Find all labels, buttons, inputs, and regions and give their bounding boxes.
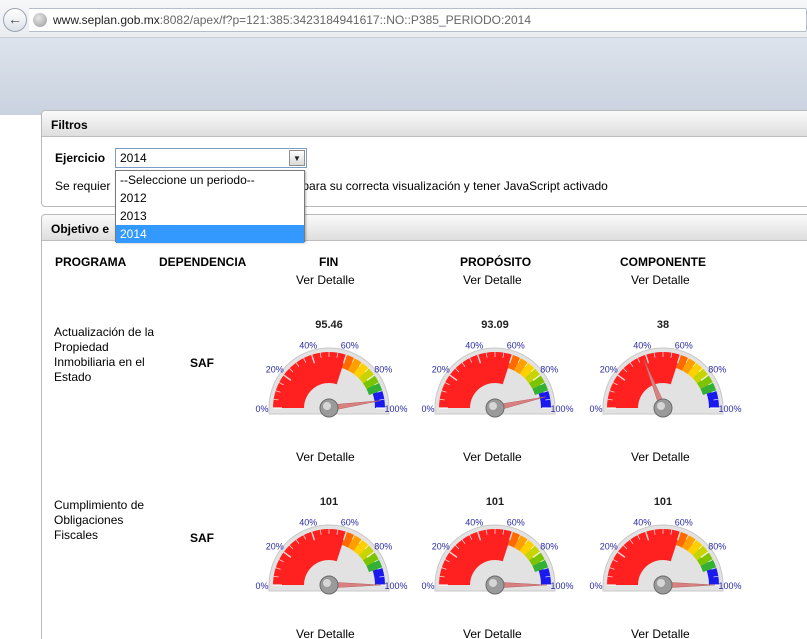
filtros-title: Filtros	[42, 111, 807, 137]
gauge-scale-label: 60%	[507, 517, 525, 527]
gauge-scale-label: 20%	[432, 365, 450, 375]
gauge-scale-label: 0%	[255, 581, 268, 591]
dependencia-name: SAF	[190, 356, 214, 370]
programa-name: Actualización de la Propiedad Inmobiliar…	[54, 325, 155, 384]
gauge-chart[interactable]: 0% 20% 40% 60% 80% 100% 95.46	[245, 297, 413, 427]
programa-name: Cumplimiento de Obligaciones Fiscales	[54, 498, 145, 542]
objetivo-panel: Objetivo e PROGRAMA DEPENDENCIA FIN PROP…	[41, 214, 807, 639]
gauge-value: 38	[657, 319, 669, 331]
gauge-scale-label: 100%	[384, 404, 407, 414]
gauge-scale-label: 60%	[507, 340, 525, 350]
browser-page: ← www.seplan.gob.mx:8082/apex/f?p=121:38…	[0, 0, 807, 639]
gauge-scale-label: 80%	[708, 542, 726, 552]
gauge-scale-label: 60%	[341, 340, 359, 350]
gauge-chart[interactable]: 0% 20% 40% 60% 80% 100% 101	[579, 474, 747, 604]
gauge-scale-label: 20%	[600, 542, 618, 552]
gauge-scale-label: 60%	[675, 517, 693, 527]
gauge-scale-label: 80%	[540, 365, 558, 375]
gauge-scale-label: 40%	[299, 517, 317, 527]
gauge-scale-label: 100%	[550, 404, 573, 414]
gauge-scale-label: 100%	[718, 404, 741, 414]
header-fin: FIN	[319, 255, 339, 269]
gauge-value: 93.09	[481, 319, 509, 331]
header-programa: PROGRAMA	[55, 255, 127, 269]
gauge-scale-label: 100%	[550, 581, 573, 591]
globe-icon	[33, 13, 47, 27]
address-bar: ← www.seplan.gob.mx:8082/apex/f?p=121:38…	[0, 0, 807, 38]
gauge-value: 101	[486, 496, 504, 508]
periodo-option[interactable]: 2014	[116, 225, 304, 243]
header-dependencia: DEPENDENCIA	[159, 255, 247, 269]
gauge-chart[interactable]: 0% 20% 40% 60% 80% 100% 38	[579, 297, 747, 427]
header-componente: COMPONENTE	[620, 255, 707, 269]
gauge-scale-label: 80%	[374, 365, 392, 375]
gauge-value: 101	[654, 496, 672, 508]
note-start: Se requier	[55, 179, 111, 193]
ver-detalle-link[interactable]: Ver Detalle	[631, 627, 690, 639]
periodo-select[interactable]: 2014 ▼	[115, 148, 307, 168]
gauge-scale-label: 60%	[341, 517, 359, 527]
gauge-scale-label: 40%	[299, 340, 317, 350]
periodo-option[interactable]: --Seleccione un periodo--	[116, 171, 304, 189]
periodo-dropdown[interactable]: --Seleccione un periodo-- 2012 2013 2014	[115, 170, 305, 243]
gauge-scale-label: 0%	[589, 404, 602, 414]
gauge-scale-label: 40%	[633, 517, 651, 527]
gauge-chart[interactable]: 0% 20% 40% 60% 80% 100% 101	[245, 474, 413, 604]
chevron-down-icon[interactable]: ▼	[289, 150, 305, 166]
gauge-scale-label: 40%	[465, 517, 483, 527]
gauge-scale-label: 0%	[421, 581, 434, 591]
header-proposito: PROPÓSITO	[460, 255, 532, 269]
gauge-scale-label: 20%	[432, 542, 450, 552]
gauge-scale-label: 0%	[255, 404, 268, 414]
gauge-hub-highlight	[657, 579, 665, 587]
gauge-value: 101	[320, 496, 338, 508]
ejercicio-label: Ejercicio	[55, 151, 106, 165]
back-arrow-icon[interactable]: ←	[3, 8, 27, 32]
gauge-scale-label: 0%	[421, 404, 434, 414]
gauge-scale-label: 80%	[540, 542, 558, 552]
gauge-scale-label: 100%	[384, 581, 407, 591]
gauge-scale-label: 80%	[374, 542, 392, 552]
header-banner	[0, 38, 807, 115]
gauge-hub-highlight	[657, 402, 665, 410]
gauge-scale-label: 100%	[718, 581, 741, 591]
gauge-scale-label: 20%	[266, 365, 284, 375]
gauge-chart[interactable]: 0% 20% 40% 60% 80% 100% 93.09	[411, 297, 579, 427]
gauge-value: 95.46	[315, 319, 343, 331]
gauge-hub-highlight	[323, 402, 331, 410]
ver-detalle-link[interactable]: Ver Detalle	[463, 627, 522, 639]
gauge-hub-highlight	[489, 579, 497, 587]
periodo-selected-value: 2014	[120, 151, 147, 165]
url-path: :8082/apex/f?p=121:385:3423184941617::NO…	[159, 13, 532, 27]
gauge-chart[interactable]: 0% 20% 40% 60% 80% 100% 101	[411, 474, 579, 604]
url-text[interactable]: www.seplan.gob.mx:8082/apex/f?p=121:385:…	[53, 13, 531, 27]
periodo-option[interactable]: 2012	[116, 189, 304, 207]
gauge-hub-highlight	[323, 579, 331, 587]
gauge-scale-label: 0%	[589, 581, 602, 591]
dependencia-name: SAF	[190, 531, 214, 545]
gauge-scale-label: 40%	[465, 340, 483, 350]
periodo-option[interactable]: 2013	[116, 207, 304, 225]
gauge-scale-label: 40%	[633, 340, 651, 350]
gauge-scale-label: 60%	[675, 340, 693, 350]
gauge-hub-highlight	[489, 402, 497, 410]
gauge-scale-label: 20%	[266, 542, 284, 552]
url-domain: www.seplan.gob.mx	[53, 13, 160, 27]
note-end: para su correcta visualización y tener J…	[299, 179, 608, 193]
gauge-scale-label: 80%	[708, 365, 726, 375]
ver-detalle-link[interactable]: Ver Detalle	[296, 627, 355, 639]
gauge-scale-label: 20%	[600, 365, 618, 375]
